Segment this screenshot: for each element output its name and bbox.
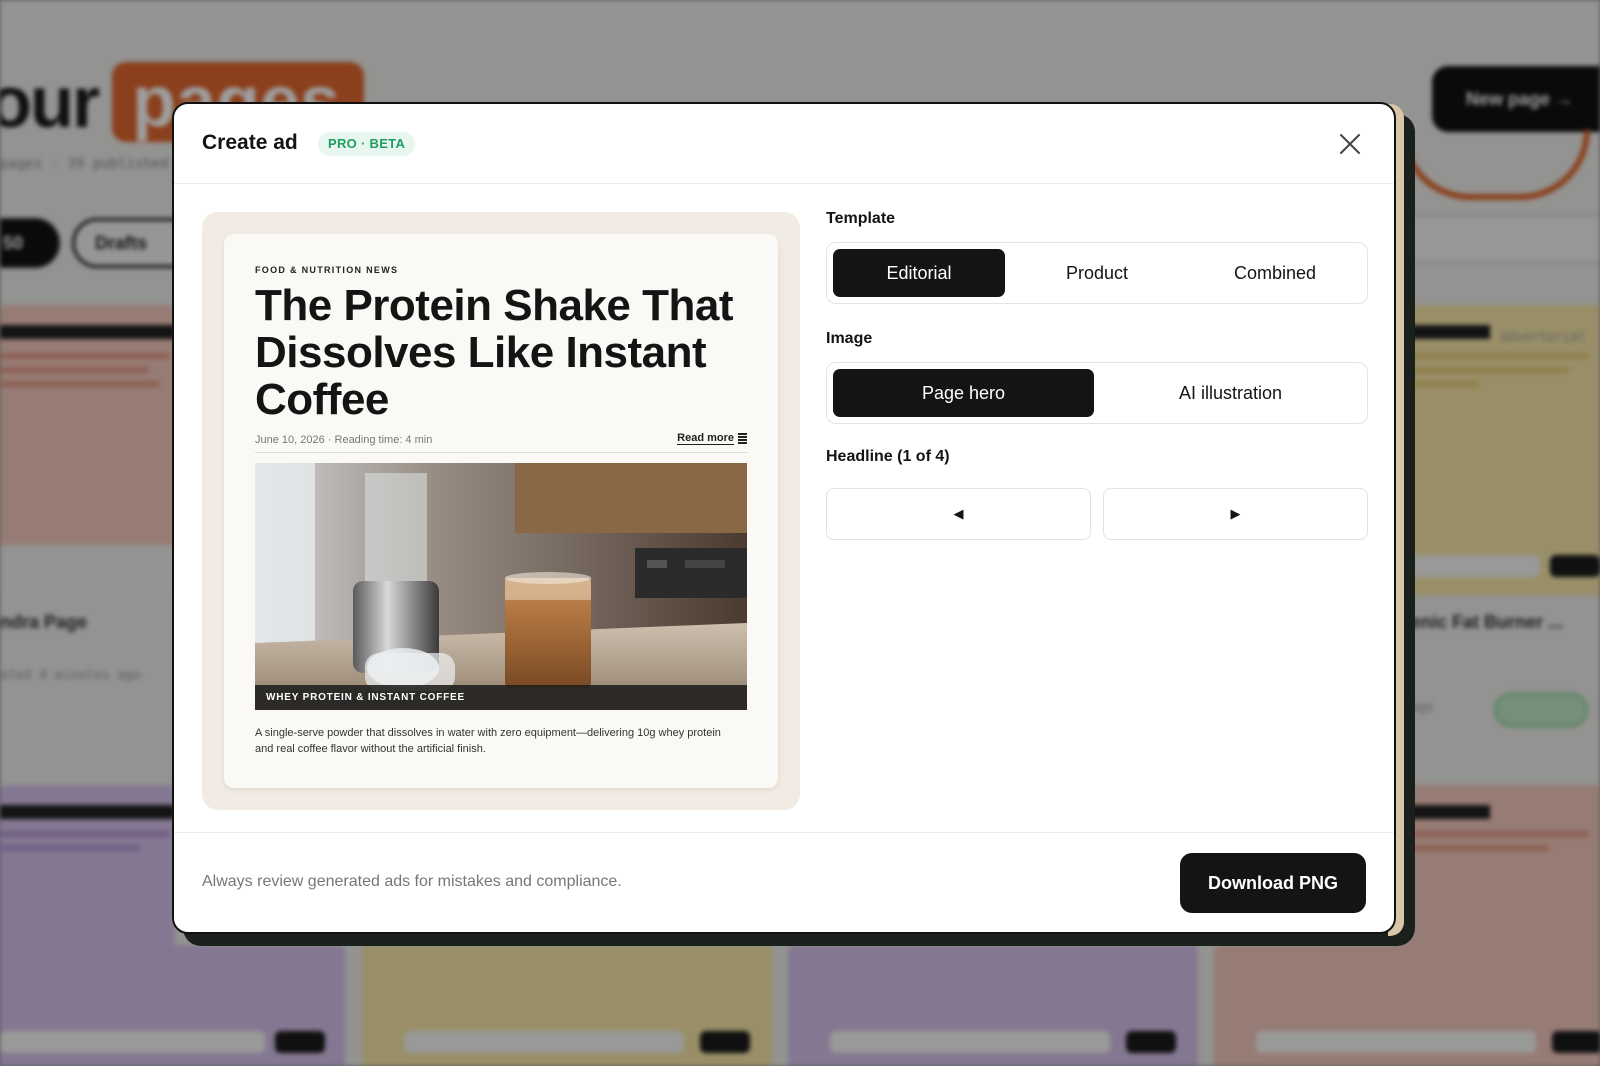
list-icon bbox=[738, 432, 747, 445]
modal-header: Create ad PRO · BETA bbox=[174, 104, 1394, 184]
next-headline-button[interactable]: ▶ bbox=[1103, 488, 1368, 540]
image-label: Image bbox=[826, 330, 873, 347]
image-option-ai-illustration[interactable]: AI illustration bbox=[1100, 369, 1361, 417]
headline-label: Headline (1 of 4) bbox=[826, 448, 950, 465]
template-label: Template bbox=[826, 210, 896, 227]
pro-beta-badge: PRO · BETA bbox=[318, 132, 416, 156]
ad-headline: The Protein Shake That Dissolves Like In… bbox=[255, 281, 733, 424]
template-option-combined[interactable]: Combined bbox=[1189, 249, 1361, 297]
download-png-button[interactable]: Download PNG bbox=[1180, 853, 1366, 913]
headline-navigation: ◀ ▶ bbox=[826, 488, 1368, 540]
image-segmented-control: Page hero AI illustration bbox=[826, 362, 1368, 424]
image-option-page-hero[interactable]: Page hero bbox=[833, 369, 1094, 417]
create-ad-modal: Create ad PRO · BETA FOOD & NUTRITION NE… bbox=[172, 102, 1396, 934]
ad-read-more: Read more bbox=[677, 432, 747, 445]
modal-footer: Always review generated ads for mistakes… bbox=[174, 832, 1394, 932]
close-icon bbox=[1340, 134, 1360, 154]
compliance-disclaimer: Always review generated ads for mistakes… bbox=[202, 873, 622, 890]
ad-preview-card: FOOD & NUTRITION NEWS The Protein Shake … bbox=[224, 234, 778, 788]
ad-image-caption: WHEY PROTEIN & INSTANT COFFEE bbox=[255, 685, 747, 710]
ad-preview: FOOD & NUTRITION NEWS The Protein Shake … bbox=[202, 212, 800, 810]
close-button[interactable] bbox=[1334, 128, 1366, 160]
kitchen-photo-illustration bbox=[255, 463, 747, 710]
ad-read-more-label: Read more bbox=[677, 432, 734, 445]
template-option-product[interactable]: Product bbox=[1011, 249, 1183, 297]
previous-headline-button[interactable]: ◀ bbox=[826, 488, 1091, 540]
triangle-left-icon: ◀ bbox=[953, 506, 964, 521]
ad-description: A single-serve powder that dissolves in … bbox=[255, 727, 721, 755]
ad-kicker: FOOD & NUTRITION NEWS bbox=[255, 265, 399, 275]
template-option-editorial[interactable]: Editorial bbox=[833, 249, 1005, 297]
template-segmented-control: Editorial Product Combined bbox=[826, 242, 1368, 304]
ad-divider bbox=[255, 452, 747, 453]
triangle-right-icon: ▶ bbox=[1230, 506, 1241, 521]
ad-meta: June 10, 2026 · Reading time: 4 min bbox=[255, 434, 433, 446]
ad-hero-image: WHEY PROTEIN & INSTANT COFFEE bbox=[255, 463, 747, 710]
modal-title: Create ad bbox=[202, 131, 298, 154]
